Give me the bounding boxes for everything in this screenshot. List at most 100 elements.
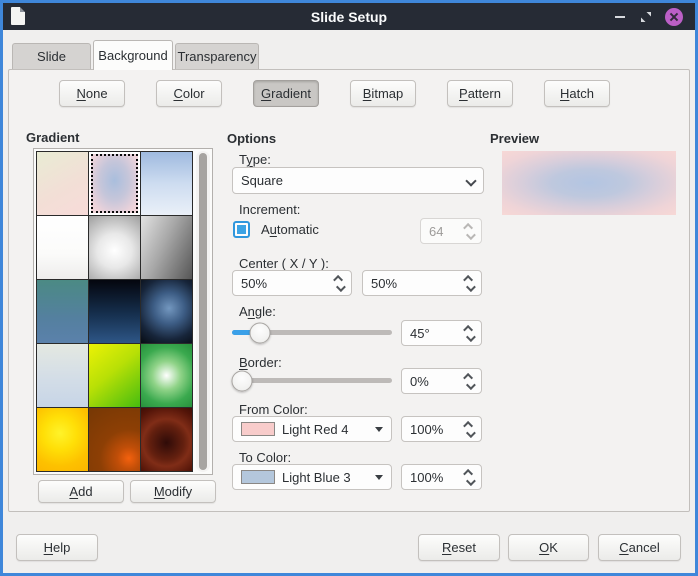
restore-icon xyxy=(640,11,652,23)
automatic-checkbox[interactable] xyxy=(233,221,250,238)
gradient-list-scrollbar[interactable] xyxy=(196,151,210,472)
angle-slider[interactable] xyxy=(232,330,392,335)
button-label: Pattern xyxy=(459,86,501,101)
gradient-swatch[interactable] xyxy=(37,152,88,215)
type-label: Type: xyxy=(239,152,271,167)
center-y-spinner[interactable]: 50% xyxy=(362,270,482,296)
gradient-swatch[interactable] xyxy=(141,408,192,471)
dialog-body: Slide Setup Slide Background Transparenc… xyxy=(3,3,695,573)
tab-label: Slide xyxy=(37,49,66,64)
button-label: Cancel xyxy=(619,540,659,555)
from-color-label: From Color: xyxy=(239,402,308,417)
increment-value: 64 xyxy=(429,224,460,239)
gradient-swatch[interactable] xyxy=(89,408,140,471)
to-color-value: Light Blue 3 xyxy=(282,470,369,485)
to-color-select[interactable]: Light Blue 3 xyxy=(232,464,392,490)
gradient-swatch-selected[interactable] xyxy=(89,152,140,215)
minimize-icon xyxy=(615,16,625,18)
help-button[interactable]: Help xyxy=(16,534,98,561)
tab-background[interactable]: Background xyxy=(93,40,173,70)
titlebar[interactable]: Slide Setup xyxy=(3,3,695,30)
gradient-swatch[interactable] xyxy=(37,216,88,279)
slide-setup-window: Slide Setup Slide Background Transparenc… xyxy=(0,0,698,576)
gradient-swatch[interactable] xyxy=(141,280,192,343)
fill-gradient-button[interactable]: Gradient xyxy=(253,80,319,107)
center-x-value: 50% xyxy=(241,276,330,291)
to-color-percent-spinner[interactable]: 100% xyxy=(401,464,482,490)
angle-slider-handle[interactable] xyxy=(250,322,271,343)
fill-none-button[interactable]: None xyxy=(59,80,125,107)
gradient-swatch[interactable] xyxy=(37,280,88,343)
minimize-button[interactable] xyxy=(611,8,629,26)
button-label: Hatch xyxy=(560,86,594,101)
close-icon xyxy=(665,8,683,26)
gradient-swatch[interactable] xyxy=(141,344,192,407)
gradient-swatch[interactable] xyxy=(37,408,88,471)
tab-label: Transparency xyxy=(178,49,257,64)
center-x-spinner[interactable]: 50% xyxy=(232,270,352,296)
angle-value: 45° xyxy=(410,326,460,341)
fill-color-button[interactable]: Color xyxy=(156,80,222,107)
button-label: Reset xyxy=(442,540,476,555)
reset-button[interactable]: Reset xyxy=(418,534,500,561)
fill-hatch-button[interactable]: Hatch xyxy=(544,80,610,107)
border-slider[interactable] xyxy=(232,378,392,383)
button-label: Help xyxy=(44,540,71,555)
to-color-swatch xyxy=(241,470,275,484)
angle-label: Angle: xyxy=(239,304,276,319)
button-label: OK xyxy=(539,540,558,555)
button-label: Add xyxy=(69,484,92,499)
gradient-swatch[interactable] xyxy=(141,152,192,215)
options-section-header: Options xyxy=(227,131,276,146)
border-spinner[interactable]: 0% xyxy=(401,368,482,394)
gradient-swatch[interactable] xyxy=(141,216,192,279)
from-color-percent: 100% xyxy=(410,422,460,437)
dropdown-arrow-icon xyxy=(375,475,383,480)
button-label: Bitmap xyxy=(363,86,404,101)
gradient-section-header: Gradient xyxy=(26,130,79,145)
gradient-swatch[interactable] xyxy=(89,280,140,343)
window-title: Slide Setup xyxy=(3,9,695,25)
cancel-button[interactable]: Cancel xyxy=(598,534,681,561)
button-label: Modify xyxy=(154,484,192,499)
gradient-preview xyxy=(502,151,676,215)
from-color-select[interactable]: Light Red 4 xyxy=(232,416,392,442)
modify-gradient-button[interactable]: Modify xyxy=(130,480,216,503)
border-value: 0% xyxy=(410,374,460,389)
dropdown-arrow-icon xyxy=(375,427,383,432)
angle-spinner[interactable]: 45° xyxy=(401,320,482,346)
from-color-percent-spinner[interactable]: 100% xyxy=(401,416,482,442)
ok-button[interactable]: OK xyxy=(508,534,589,561)
border-label: Border: xyxy=(239,355,282,370)
border-slider-handle[interactable] xyxy=(232,370,253,391)
automatic-label: Automatic xyxy=(261,222,319,237)
fill-pattern-button[interactable]: Pattern xyxy=(447,80,513,107)
from-color-swatch xyxy=(241,422,275,436)
gradient-swatch-list xyxy=(33,148,213,475)
type-select[interactable]: Square xyxy=(232,167,484,194)
restore-button[interactable] xyxy=(637,8,655,26)
center-xy-label: Center ( X / Y ): xyxy=(239,256,329,271)
to-color-percent: 100% xyxy=(410,470,460,485)
gradient-swatch[interactable] xyxy=(37,344,88,407)
fill-bitmap-button[interactable]: Bitmap xyxy=(350,80,416,107)
increment-label: Increment: xyxy=(239,202,300,217)
gradient-swatch-grid xyxy=(36,151,193,472)
button-label: None xyxy=(76,86,107,101)
tab-label: Background xyxy=(98,48,167,63)
button-label: Gradient xyxy=(261,86,311,101)
gradient-swatch[interactable] xyxy=(89,216,140,279)
tab-transparency[interactable]: Transparency xyxy=(175,43,259,69)
from-color-value: Light Red 4 xyxy=(282,422,369,437)
checkbox-checked-icon xyxy=(237,225,246,234)
chevron-down-icon xyxy=(465,175,476,186)
add-gradient-button[interactable]: Add xyxy=(38,480,124,503)
preview-section-header: Preview xyxy=(490,131,539,146)
increment-spinner: 64 xyxy=(420,218,482,244)
type-select-value: Square xyxy=(241,173,461,188)
button-label: Color xyxy=(173,86,204,101)
close-button[interactable] xyxy=(665,8,683,26)
scrollbar-thumb[interactable] xyxy=(199,153,207,470)
tab-slide[interactable]: Slide xyxy=(12,43,91,69)
gradient-swatch[interactable] xyxy=(89,344,140,407)
